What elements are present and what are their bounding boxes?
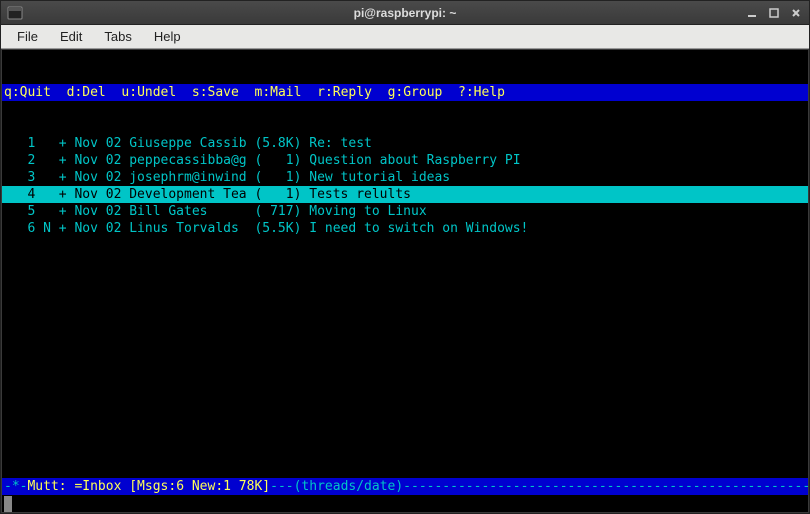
hotkey-quit: q:Quit — [4, 85, 51, 100]
minimize-button[interactable] — [745, 6, 759, 20]
menu-help[interactable]: Help — [144, 26, 191, 47]
hotkey-group: g:Group — [388, 85, 443, 100]
message-row[interactable]: 2 + Nov 02 peppecassibba@g ( 1) Question… — [2, 152, 808, 169]
status-prefix: -*- — [4, 479, 27, 494]
message-row[interactable]: 5 + Nov 02 Bill Gates ( 717) Moving to L… — [2, 203, 808, 220]
close-button[interactable] — [789, 6, 803, 20]
message-row[interactable]: 3 + Nov 02 josephrm@inwind ( 1) New tuto… — [2, 169, 808, 186]
window-title: pi@raspberrypi: ~ — [1, 6, 809, 20]
message-row[interactable]: 1 + Nov 02 Giuseppe Cassib (5.8K) Re: te… — [2, 135, 808, 152]
status-bar: -*-Mutt: =Inbox [Msgs:6 New:1 78K]---(th… — [2, 478, 808, 495]
status-mutt: Mutt: =Inbox [Msgs:6 New:1 78K] — [27, 479, 270, 494]
hotkey-del: d:Del — [67, 85, 106, 100]
menubar: File Edit Tabs Help — [1, 25, 809, 49]
hotkey-help: ?:Help — [458, 85, 505, 100]
menu-edit[interactable]: Edit — [50, 26, 92, 47]
hotkey-save: s:Save — [192, 85, 239, 100]
window-controls — [745, 6, 803, 20]
hotkey-bar: q:Quit d:Del u:Undel s:Save m:Mail r:Rep… — [2, 84, 808, 101]
menu-file[interactable]: File — [7, 26, 48, 47]
hotkey-undel: u:Undel — [121, 85, 176, 100]
message-row[interactable]: 6 N + Nov 02 Linus Torvalds (5.5K) I nee… — [2, 220, 808, 237]
message-list: 1 + Nov 02 Giuseppe Cassib (5.8K) Re: te… — [2, 135, 808, 237]
hotkey-mail: m:Mail — [255, 85, 302, 100]
hotkey-reply: r:Reply — [317, 85, 372, 100]
cursor — [4, 496, 12, 512]
terminal-area[interactable]: q:Quit d:Del u:Undel s:Save m:Mail r:Rep… — [2, 50, 808, 512]
message-row[interactable]: 4 + Nov 02 Development Tea ( 1) Tests re… — [2, 186, 808, 203]
terminal-window: pi@raspberrypi: ~ File Edit Tabs Help q:… — [0, 0, 810, 514]
maximize-button[interactable] — [767, 6, 781, 20]
titlebar: pi@raspberrypi: ~ — [1, 1, 809, 25]
status-tail: ---(threads/date)-----------------------… — [270, 479, 808, 494]
app-icon — [7, 5, 23, 21]
menu-tabs[interactable]: Tabs — [94, 26, 141, 47]
